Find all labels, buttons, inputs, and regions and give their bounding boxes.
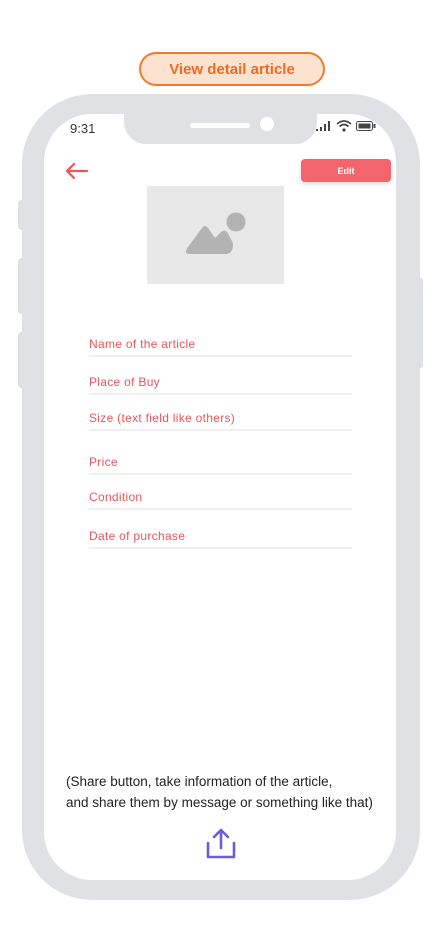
image-placeholder-icon xyxy=(185,212,245,254)
place-of-buy-field[interactable]: Place of Buy xyxy=(89,375,352,395)
wifi-icon xyxy=(336,120,352,132)
size-field[interactable]: Size (text field like others) xyxy=(89,411,352,431)
battery-icon xyxy=(356,121,376,131)
phone-side-button-mute xyxy=(18,200,24,230)
phone-notch xyxy=(124,114,317,144)
phone-camera xyxy=(260,117,274,131)
signal-icon xyxy=(316,121,330,131)
price-field[interactable]: Price xyxy=(89,455,352,475)
phone-side-button-power xyxy=(418,278,423,368)
status-time: 9:31 xyxy=(70,121,96,136)
page-title-badge: View detail article xyxy=(139,52,325,86)
share-annotation-line-2: and share them by message or something l… xyxy=(66,795,373,810)
share-annotation: (Share button, take information of the a… xyxy=(66,771,396,813)
edit-button[interactable]: Edit xyxy=(301,159,391,182)
condition-field[interactable]: Condition xyxy=(89,490,352,510)
phone-side-button-volume-up xyxy=(18,258,24,314)
article-name-field[interactable]: Name of the article xyxy=(89,337,352,357)
arrow-left-icon[interactable] xyxy=(62,160,90,182)
share-icon[interactable] xyxy=(204,826,238,860)
phone-speaker xyxy=(190,123,250,128)
status-icons xyxy=(316,120,376,132)
date-of-purchase-field[interactable]: Date of purchase xyxy=(89,529,352,549)
phone-side-button-volume-down xyxy=(18,332,24,388)
article-image-placeholder xyxy=(147,186,284,284)
share-annotation-line-1: (Share button, take information of the a… xyxy=(66,774,333,789)
